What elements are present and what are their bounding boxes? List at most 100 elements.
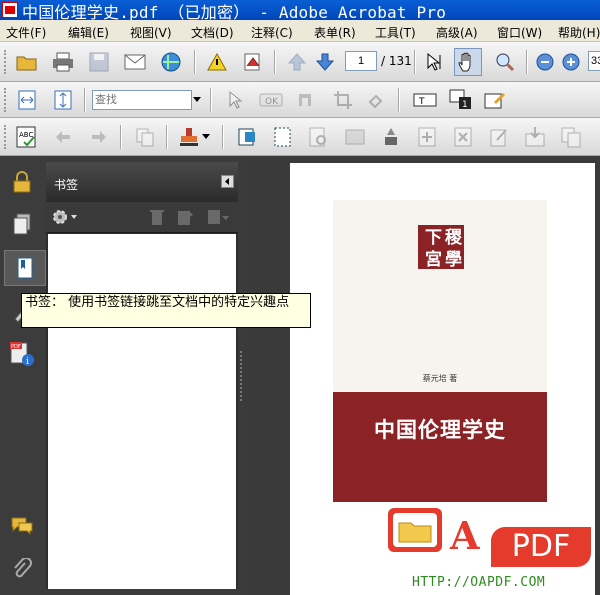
toolbar-grip[interactable] xyxy=(4,88,9,112)
watermark-pdf-badge: PDF xyxy=(491,527,591,567)
toolbar-grip[interactable] xyxy=(4,125,9,149)
redo-icon[interactable] xyxy=(88,126,110,148)
cover-seal: 稷下 學宮 xyxy=(418,225,464,269)
svg-text:1: 1 xyxy=(462,100,468,110)
cover-seal-line2: 學宮 xyxy=(421,249,461,267)
watermark-url: HTTP://OAPDF.COM xyxy=(412,575,546,590)
bookmark-from-structure-icon[interactable] xyxy=(204,206,232,228)
toolbar-editing: ABC xyxy=(0,118,600,156)
undo-icon[interactable] xyxy=(52,126,74,148)
fit-page-icon[interactable] xyxy=(52,89,74,111)
find-input[interactable] xyxy=(92,90,192,110)
svg-text:OK: OK xyxy=(265,97,279,107)
watermark-pdf-text: PDF xyxy=(511,529,571,564)
svg-text:PDF: PDF xyxy=(11,344,21,350)
navigation-pane: PDF i xyxy=(0,156,46,595)
search-page-icon[interactable] xyxy=(308,126,330,148)
svg-text:T: T xyxy=(418,97,425,107)
cover-title: 中国伦理学史 xyxy=(374,417,506,442)
text-field-insert-icon[interactable]: 1 xyxy=(448,89,474,111)
cover-author: 蔡元培 著 xyxy=(422,374,458,383)
form-edit-icon[interactable] xyxy=(484,89,506,111)
menu-bar: 文件(F) 编辑(E) 视图(V) 文档(D) 注释(C) 表单(R) 工具(T… xyxy=(0,20,600,42)
select-object-icon[interactable] xyxy=(224,89,246,111)
open-folder-icon[interactable] xyxy=(16,51,38,73)
previous-page-icon[interactable] xyxy=(286,51,308,73)
toolbar-page-display: OK T 1 xyxy=(0,82,600,118)
watermark-icon[interactable] xyxy=(380,126,402,148)
ok-button-tool-icon[interactable]: OK xyxy=(258,89,284,111)
menu-tools[interactable]: 工具(T) xyxy=(375,24,416,41)
export-page-icon[interactable] xyxy=(524,126,546,148)
menu-view[interactable]: 视图(V) xyxy=(130,24,172,41)
menu-file[interactable]: 文件(F) xyxy=(6,24,46,41)
hand-tool-icon[interactable] xyxy=(454,48,482,76)
combine-pages-icon[interactable] xyxy=(560,126,582,148)
pages-panel-icon[interactable] xyxy=(6,208,38,240)
bookmarks-tooltip: 书签： 使用书签链接跳至文档中的特定兴趣点 xyxy=(21,293,311,328)
security-warning-icon[interactable] xyxy=(206,51,228,73)
text-field-tool-icon[interactable] xyxy=(294,89,316,111)
bookmarks-toolbar xyxy=(46,202,238,233)
stamp-dropdown-icon[interactable] xyxy=(200,126,212,148)
next-page-icon[interactable] xyxy=(314,51,336,73)
delete-bookmark-icon[interactable] xyxy=(146,206,168,228)
menu-forms[interactable]: 表单(R) xyxy=(314,24,356,41)
zoom-out-icon[interactable] xyxy=(534,51,556,73)
title-bar: 中国伦理学史.pdf （已加密） - Adobe Acrobat Pro xyxy=(0,0,600,22)
comments-panel-icon[interactable] xyxy=(6,510,38,542)
touchup-text-icon[interactable]: T xyxy=(412,89,438,111)
spell-check-icon[interactable]: ABC xyxy=(16,126,38,148)
find-dropdown-icon[interactable] xyxy=(192,89,202,111)
pdf-app-icon xyxy=(2,2,18,18)
bookmarks-panel-title: 书签 xyxy=(54,178,79,192)
cover-title-band: 中国伦理学史 xyxy=(333,392,547,502)
sign-document-icon[interactable] xyxy=(242,51,264,73)
stamp-icon[interactable] xyxy=(178,126,200,148)
svg-text:i: i xyxy=(26,357,29,367)
replace-page-icon[interactable] xyxy=(344,126,366,148)
delete-page-icon[interactable] xyxy=(452,126,474,148)
menu-document[interactable]: 文档(D) xyxy=(191,24,234,41)
crop-tool-icon[interactable] xyxy=(332,89,354,111)
edit-page-icon[interactable] xyxy=(488,126,510,148)
zoom-in-icon[interactable] xyxy=(560,51,582,73)
new-bookmark-icon[interactable] xyxy=(174,206,196,228)
menu-advanced[interactable]: 高级(A) xyxy=(436,24,478,41)
menu-comments[interactable]: 注释(C) xyxy=(251,24,293,41)
share-globe-icon[interactable] xyxy=(160,51,182,73)
toolbar-grip[interactable] xyxy=(4,50,9,74)
bookmarks-list[interactable] xyxy=(48,234,236,589)
collapse-panel-icon[interactable] xyxy=(221,175,234,188)
attachments-paperclip-icon[interactable] xyxy=(6,554,38,586)
extract-pages-icon[interactable] xyxy=(236,126,258,148)
print-icon[interactable] xyxy=(52,51,74,73)
menu-help[interactable]: 帮助(H) xyxy=(558,24,600,41)
security-lock-icon[interactable] xyxy=(6,166,38,198)
book-cover: 稷下學宮 蔡元培 著 中国伦理学史 xyxy=(333,200,547,502)
watermark-letter: A xyxy=(450,513,480,558)
bookmarks-panel: 书签 xyxy=(46,162,238,589)
zoom-value-input[interactable] xyxy=(588,51,600,71)
crop-page-icon[interactable] xyxy=(272,126,294,148)
total-pages-label: / 131 xyxy=(381,54,412,68)
link-tool-icon[interactable] xyxy=(366,89,388,111)
options-gear-icon[interactable] xyxy=(50,206,80,228)
bookmarks-panel-icon[interactable] xyxy=(4,250,46,286)
page-number-input[interactable] xyxy=(345,51,377,71)
save-icon[interactable] xyxy=(88,51,110,73)
email-icon[interactable] xyxy=(124,51,146,73)
menu-window[interactable]: 窗口(W) xyxy=(497,24,542,41)
watermark-folder-logo xyxy=(388,508,442,552)
copy-icon[interactable] xyxy=(134,126,156,148)
insert-page-icon[interactable] xyxy=(416,126,438,148)
menu-edit[interactable]: 编辑(E) xyxy=(68,24,109,41)
document-info-icon[interactable]: PDF i xyxy=(6,338,38,370)
select-tool-icon[interactable] xyxy=(424,51,446,73)
cover-seal-line1: 稷下 xyxy=(421,227,461,245)
bookmarks-panel-header: 书签 xyxy=(46,162,238,202)
fit-width-icon[interactable] xyxy=(16,89,38,111)
zoom-tool-icon[interactable] xyxy=(494,51,516,73)
toolbar-file: / 131 xyxy=(0,42,600,82)
svg-text:ABC: ABC xyxy=(19,131,33,139)
